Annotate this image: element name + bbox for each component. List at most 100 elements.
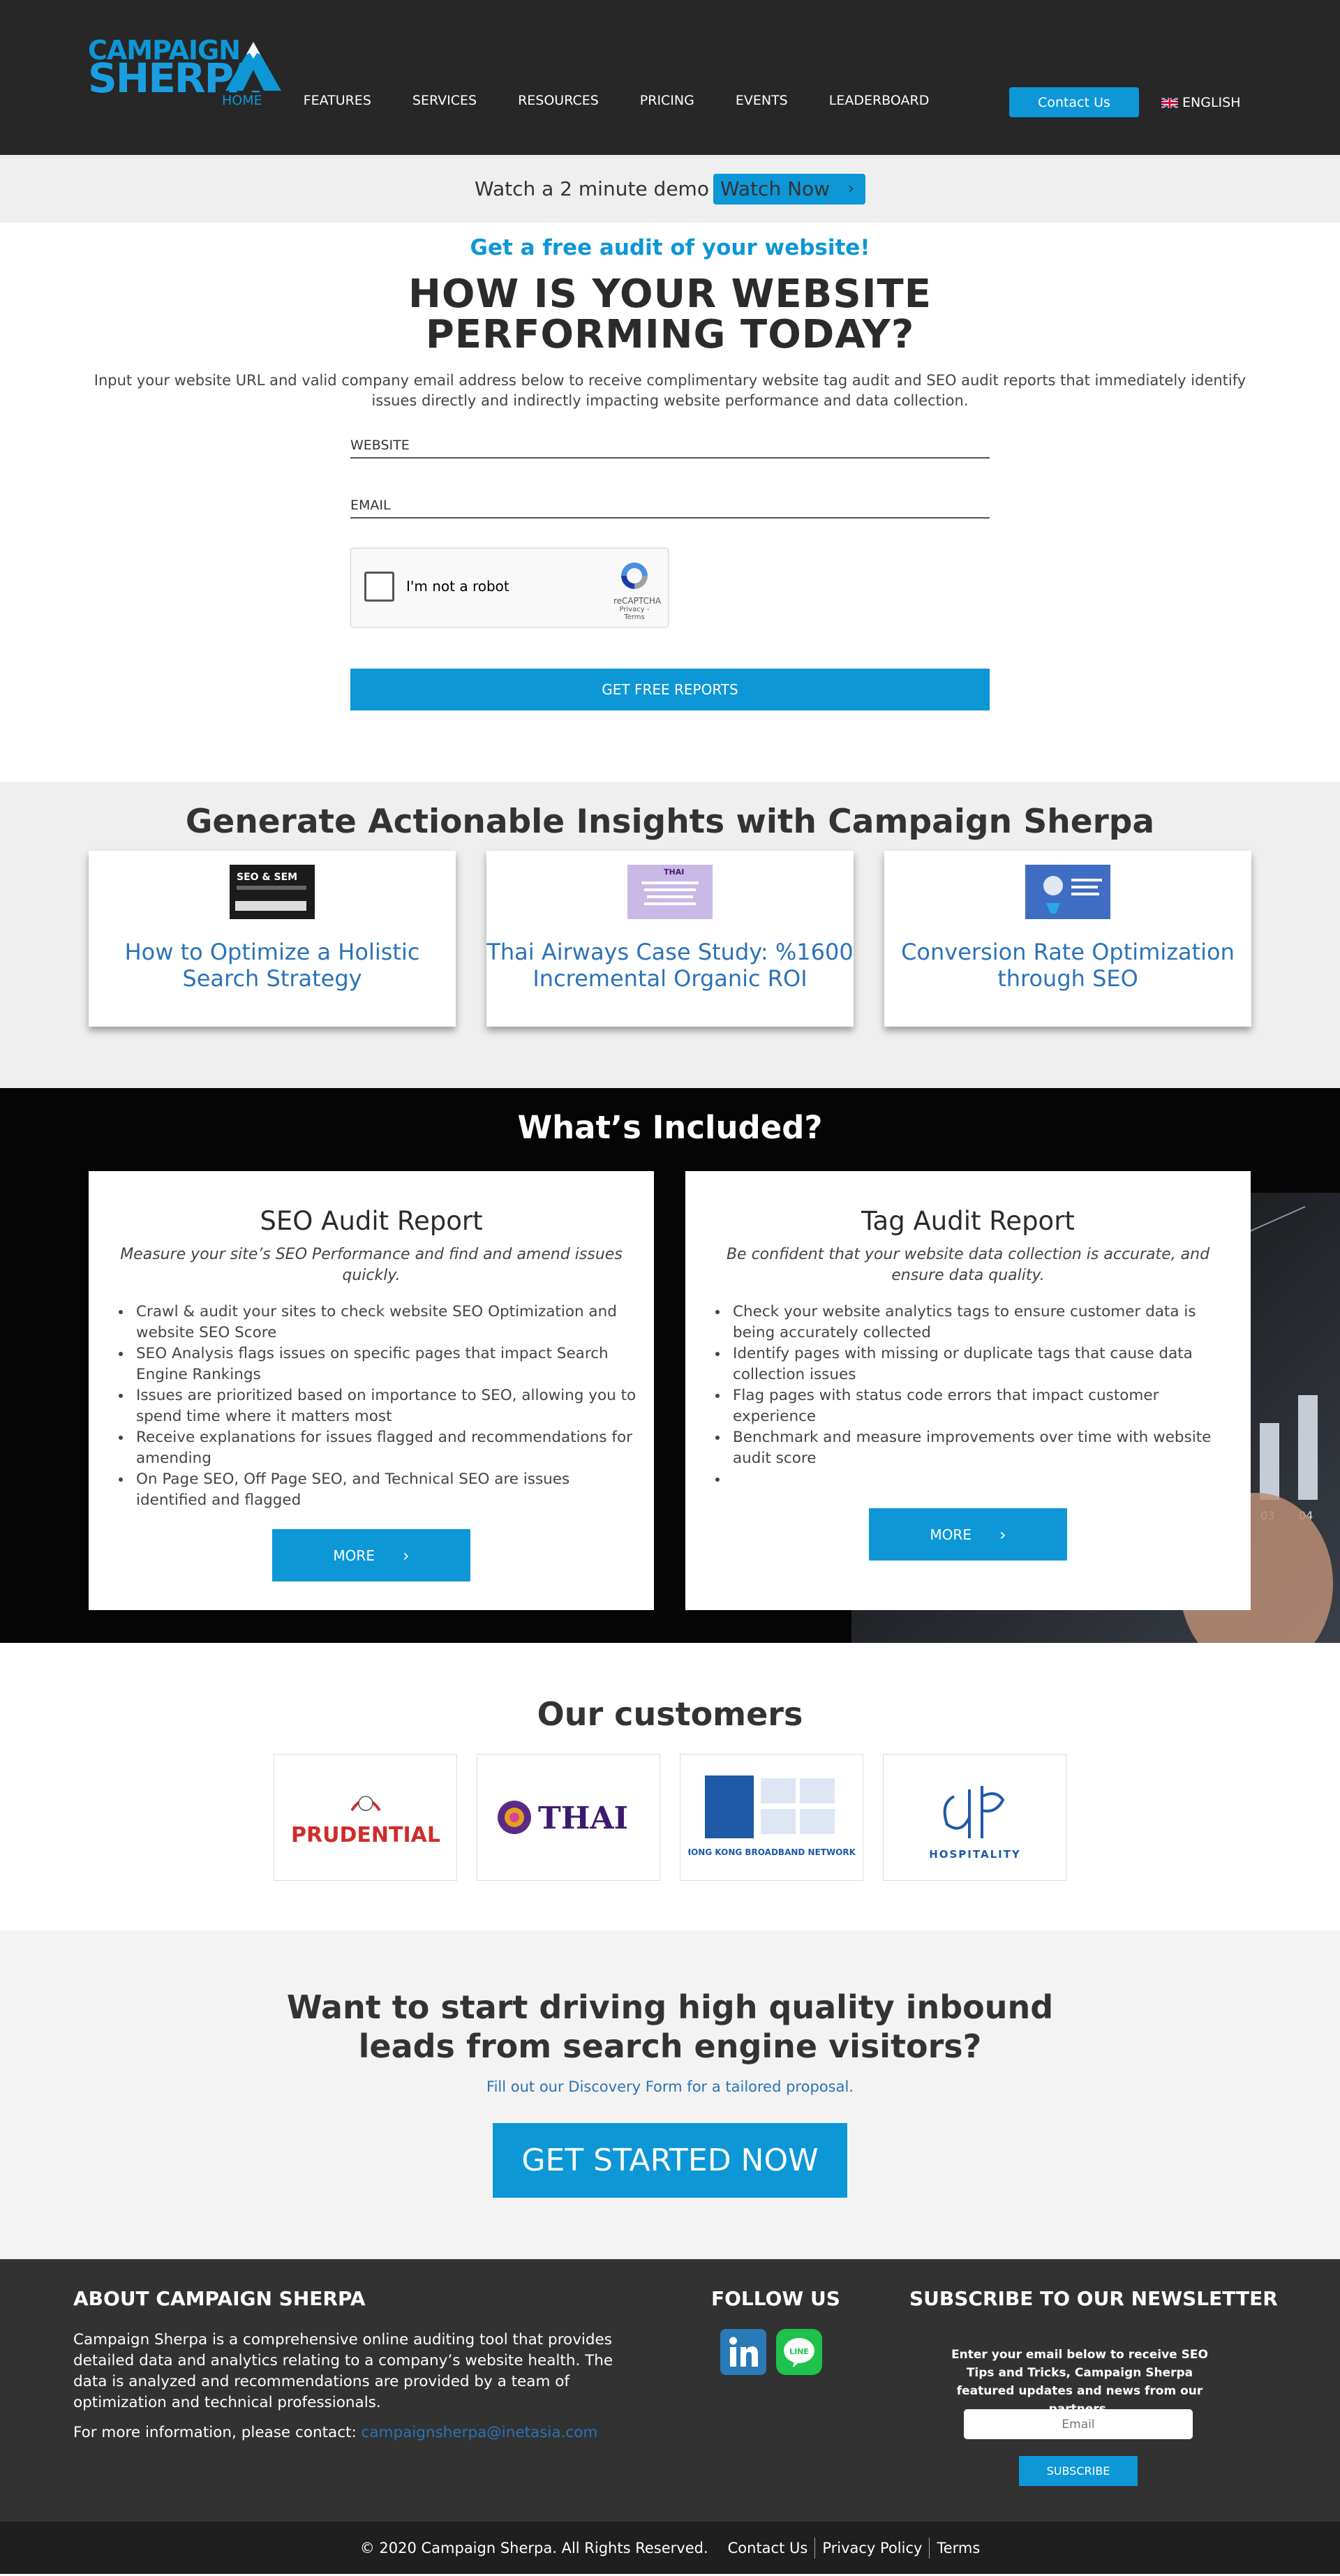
subscribe-button[interactable]: SUBSCRIBE — [1019, 2456, 1138, 2486]
svg-text:LINE: LINE — [789, 2347, 809, 2356]
copyright: © 2020 Campaign Sherpa. All Rights Reser… — [359, 2539, 708, 2556]
social-links: LINE — [720, 2329, 822, 2375]
uk-flag-icon — [1161, 97, 1178, 108]
article-thumbnail: SEO & SEM — [230, 865, 315, 919]
included-section: 03 04 What’s Included? SEO Audit Report … — [0, 1088, 1340, 1643]
language-label: ENGLISH — [1182, 95, 1241, 110]
audit-section: Get a free audit of your website! HOW IS… — [0, 223, 1340, 782]
divider — [929, 2537, 930, 2559]
chevron-right-icon: › — [848, 180, 854, 198]
more-label: MORE — [333, 1547, 375, 1564]
feature-item: SEO Analysis flags issues on specific pa… — [132, 1343, 639, 1385]
footer-link-terms[interactable]: Terms — [937, 2540, 980, 2556]
feature-item: Flag pages with status code errors that … — [729, 1385, 1235, 1427]
nav-pricing[interactable]: PRICING — [640, 93, 694, 108]
customer-logo-gcp: HOSPITALITY — [883, 1754, 1066, 1881]
linkedin-icon[interactable] — [720, 2329, 766, 2375]
report-features: Check your website analytics tags to ens… — [729, 1302, 1235, 1490]
thumb-thai: THAI — [664, 868, 684, 877]
audit-description: Input your website URL and valid company… — [94, 372, 1246, 409]
site-header: CAMPAIGN SHERPA HOME FEATURES SERVICES R… — [0, 0, 1340, 155]
insight-card-title: How to Optimize a Holistic Search Strate… — [124, 939, 420, 992]
nav-services[interactable]: SERVICES — [412, 93, 477, 108]
chevron-right-icon: › — [999, 1524, 1006, 1544]
bottom-bar: © 2020 Campaign Sherpa. All Rights Reser… — [0, 2522, 1340, 2574]
watch-now-button[interactable]: Watch Now › — [713, 173, 865, 204]
insight-card-title: Conversion Rate Optimization through SEO — [901, 939, 1235, 992]
gcp-text: HOSPITALITY — [929, 1848, 1021, 1861]
email-field[interactable]: EMAIL — [350, 498, 990, 519]
customers-title: Our customers — [537, 1695, 803, 1733]
seo-more-button[interactable]: MORE › — [272, 1529, 470, 1581]
follow-title: FOLLOW US — [711, 2287, 840, 2310]
newsletter-email-input[interactable]: Email — [964, 2409, 1193, 2439]
report-title: SEO Audit Report — [260, 1206, 483, 1236]
recaptcha-icon — [621, 563, 648, 589]
discovery-form-link[interactable]: Fill out our Discovery Form for a tailor… — [0, 2078, 1340, 2095]
tag-audit-report-card: Tag Audit Report Be confident that your … — [685, 1171, 1251, 1610]
feature-item: Receive explanations for issues flagged … — [132, 1427, 639, 1469]
newsletter-text: Enter your email below to receive SEO Ti… — [951, 2348, 1208, 2416]
insights-cards: SEO & SEM How to Optimize a Holistic Sea… — [0, 851, 1340, 1027]
insight-card[interactable]: SEO & SEM How to Optimize a Holistic Sea… — [89, 851, 456, 1027]
footer-link-privacy[interactable]: Privacy Policy — [822, 2540, 922, 2556]
prudential-logo: PRUDENTIAL — [291, 1796, 440, 1847]
gcp-hospitality-logo: HOSPITALITY — [929, 1786, 1021, 1861]
thai-text: THAI — [538, 1801, 628, 1836]
recaptcha-checkbox[interactable] — [364, 572, 394, 602]
feature-item: Check your website analytics tags to ens… — [729, 1302, 1235, 1343]
report-tagline: Measure your site’s SEO Performance and … — [120, 1246, 623, 1284]
tag-more-button[interactable]: MORE › — [869, 1508, 1067, 1561]
demo-text: Watch a 2 minute demo — [475, 177, 709, 200]
insight-card[interactable]: THAI Thai Airways Case Study: %1600 Incr… — [486, 851, 854, 1027]
watch-now-label: Watch Now — [720, 177, 831, 200]
report-tagline: Be confident that your website data coll… — [726, 1246, 1210, 1284]
language-selector[interactable]: ENGLISH — [1161, 95, 1240, 110]
article-thumbnail — [1025, 865, 1110, 919]
contact-us-button[interactable]: Contact Us — [1009, 87, 1139, 117]
seo-audit-report-card: SEO Audit Report Measure your site’s SEO… — [89, 1171, 654, 1610]
audit-form: WEBSITE EMAIL I'm not a robot reCAPTCHA … — [350, 438, 990, 710]
more-label: MORE — [930, 1526, 972, 1543]
hkbn-text: HONG KONG BROADBAND NETWORK — [688, 1847, 856, 1857]
get-free-reports-button[interactable]: GET FREE REPORTS — [350, 669, 990, 710]
get-started-button[interactable]: GET STARTED NOW — [493, 2123, 847, 2198]
website-field[interactable]: WEBSITE — [350, 438, 990, 459]
contact-email-link[interactable]: campaignsherpa@inetasia.com — [362, 2424, 598, 2441]
campaign-sherpa-logo[interactable]: CAMPAIGN SHERPA — [88, 35, 283, 102]
mountain-icon — [225, 42, 281, 91]
cta-title-line2: leads from search engine visitors? — [358, 2027, 982, 2065]
about-title: ABOUT CAMPAIGN SHERPA — [73, 2287, 366, 2310]
included-title: What’s Included? — [517, 1109, 823, 1146]
audit-subtitle: Get a free audit of your website! — [470, 235, 870, 260]
report-features: Crawl & audit your sites to check websit… — [132, 1302, 639, 1511]
feature-item: Crawl & audit your sites to check websit… — [132, 1302, 639, 1343]
feature-item: Identify pages with missing or duplicate… — [729, 1343, 1235, 1385]
insights-title: Generate Actionable Insights with Campai… — [185, 803, 1155, 841]
customer-logo-thai: THAI — [477, 1754, 660, 1881]
demo-bar: Watch a 2 minute demo Watch Now › — [0, 155, 1340, 223]
nav-features[interactable]: FEATURES — [304, 93, 371, 108]
cta-title-line1: Want to start driving high quality inbou… — [286, 1988, 1054, 2026]
nav-resources[interactable]: RESOURCES — [518, 93, 599, 108]
recaptcha-widget: I'm not a robot reCAPTCHA Privacy - Term… — [350, 548, 669, 627]
insight-card-title: Thai Airways Case Study: %1600 Increment… — [486, 939, 854, 992]
thumb-seo-sem: SEO & SEM — [237, 872, 297, 883]
line-icon[interactable]: LINE — [776, 2329, 822, 2375]
nav-home[interactable]: HOME — [222, 93, 262, 108]
thai-logo: THAI — [497, 1801, 628, 1836]
recaptcha-links[interactable]: Privacy - Terms — [613, 606, 655, 621]
insight-card[interactable]: Conversion Rate Optimization through SEO — [884, 851, 1251, 1027]
nav-leaderboard[interactable]: LEADERBOARD — [829, 93, 930, 108]
footer-link-contact[interactable]: Contact Us — [728, 2540, 808, 2556]
audit-title-line2: PERFORMING TODAY? — [425, 312, 915, 357]
hkbn-logo: HONG KONG BROADBAND NETWORK — [688, 1775, 856, 1857]
nav-events[interactable]: EVENTS — [736, 93, 788, 108]
feature-item: Benchmark and measure improvements over … — [729, 1427, 1235, 1469]
recaptcha-brand: reCAPTCHA Privacy - Terms — [613, 560, 662, 621]
recaptcha-brand-text: reCAPTCHA — [613, 596, 662, 606]
customers-section: Our customers PRUDENTIAL THAI HONG KONG … — [0, 1643, 1340, 1930]
audit-title-line1: HOW IS YOUR WEBSITE — [408, 271, 932, 317]
feature-item: On Page SEO, Off Page SEO, and Technical… — [132, 1469, 639, 1511]
main-nav: HOME FEATURES SERVICES RESOURCES PRICING… — [222, 93, 970, 108]
